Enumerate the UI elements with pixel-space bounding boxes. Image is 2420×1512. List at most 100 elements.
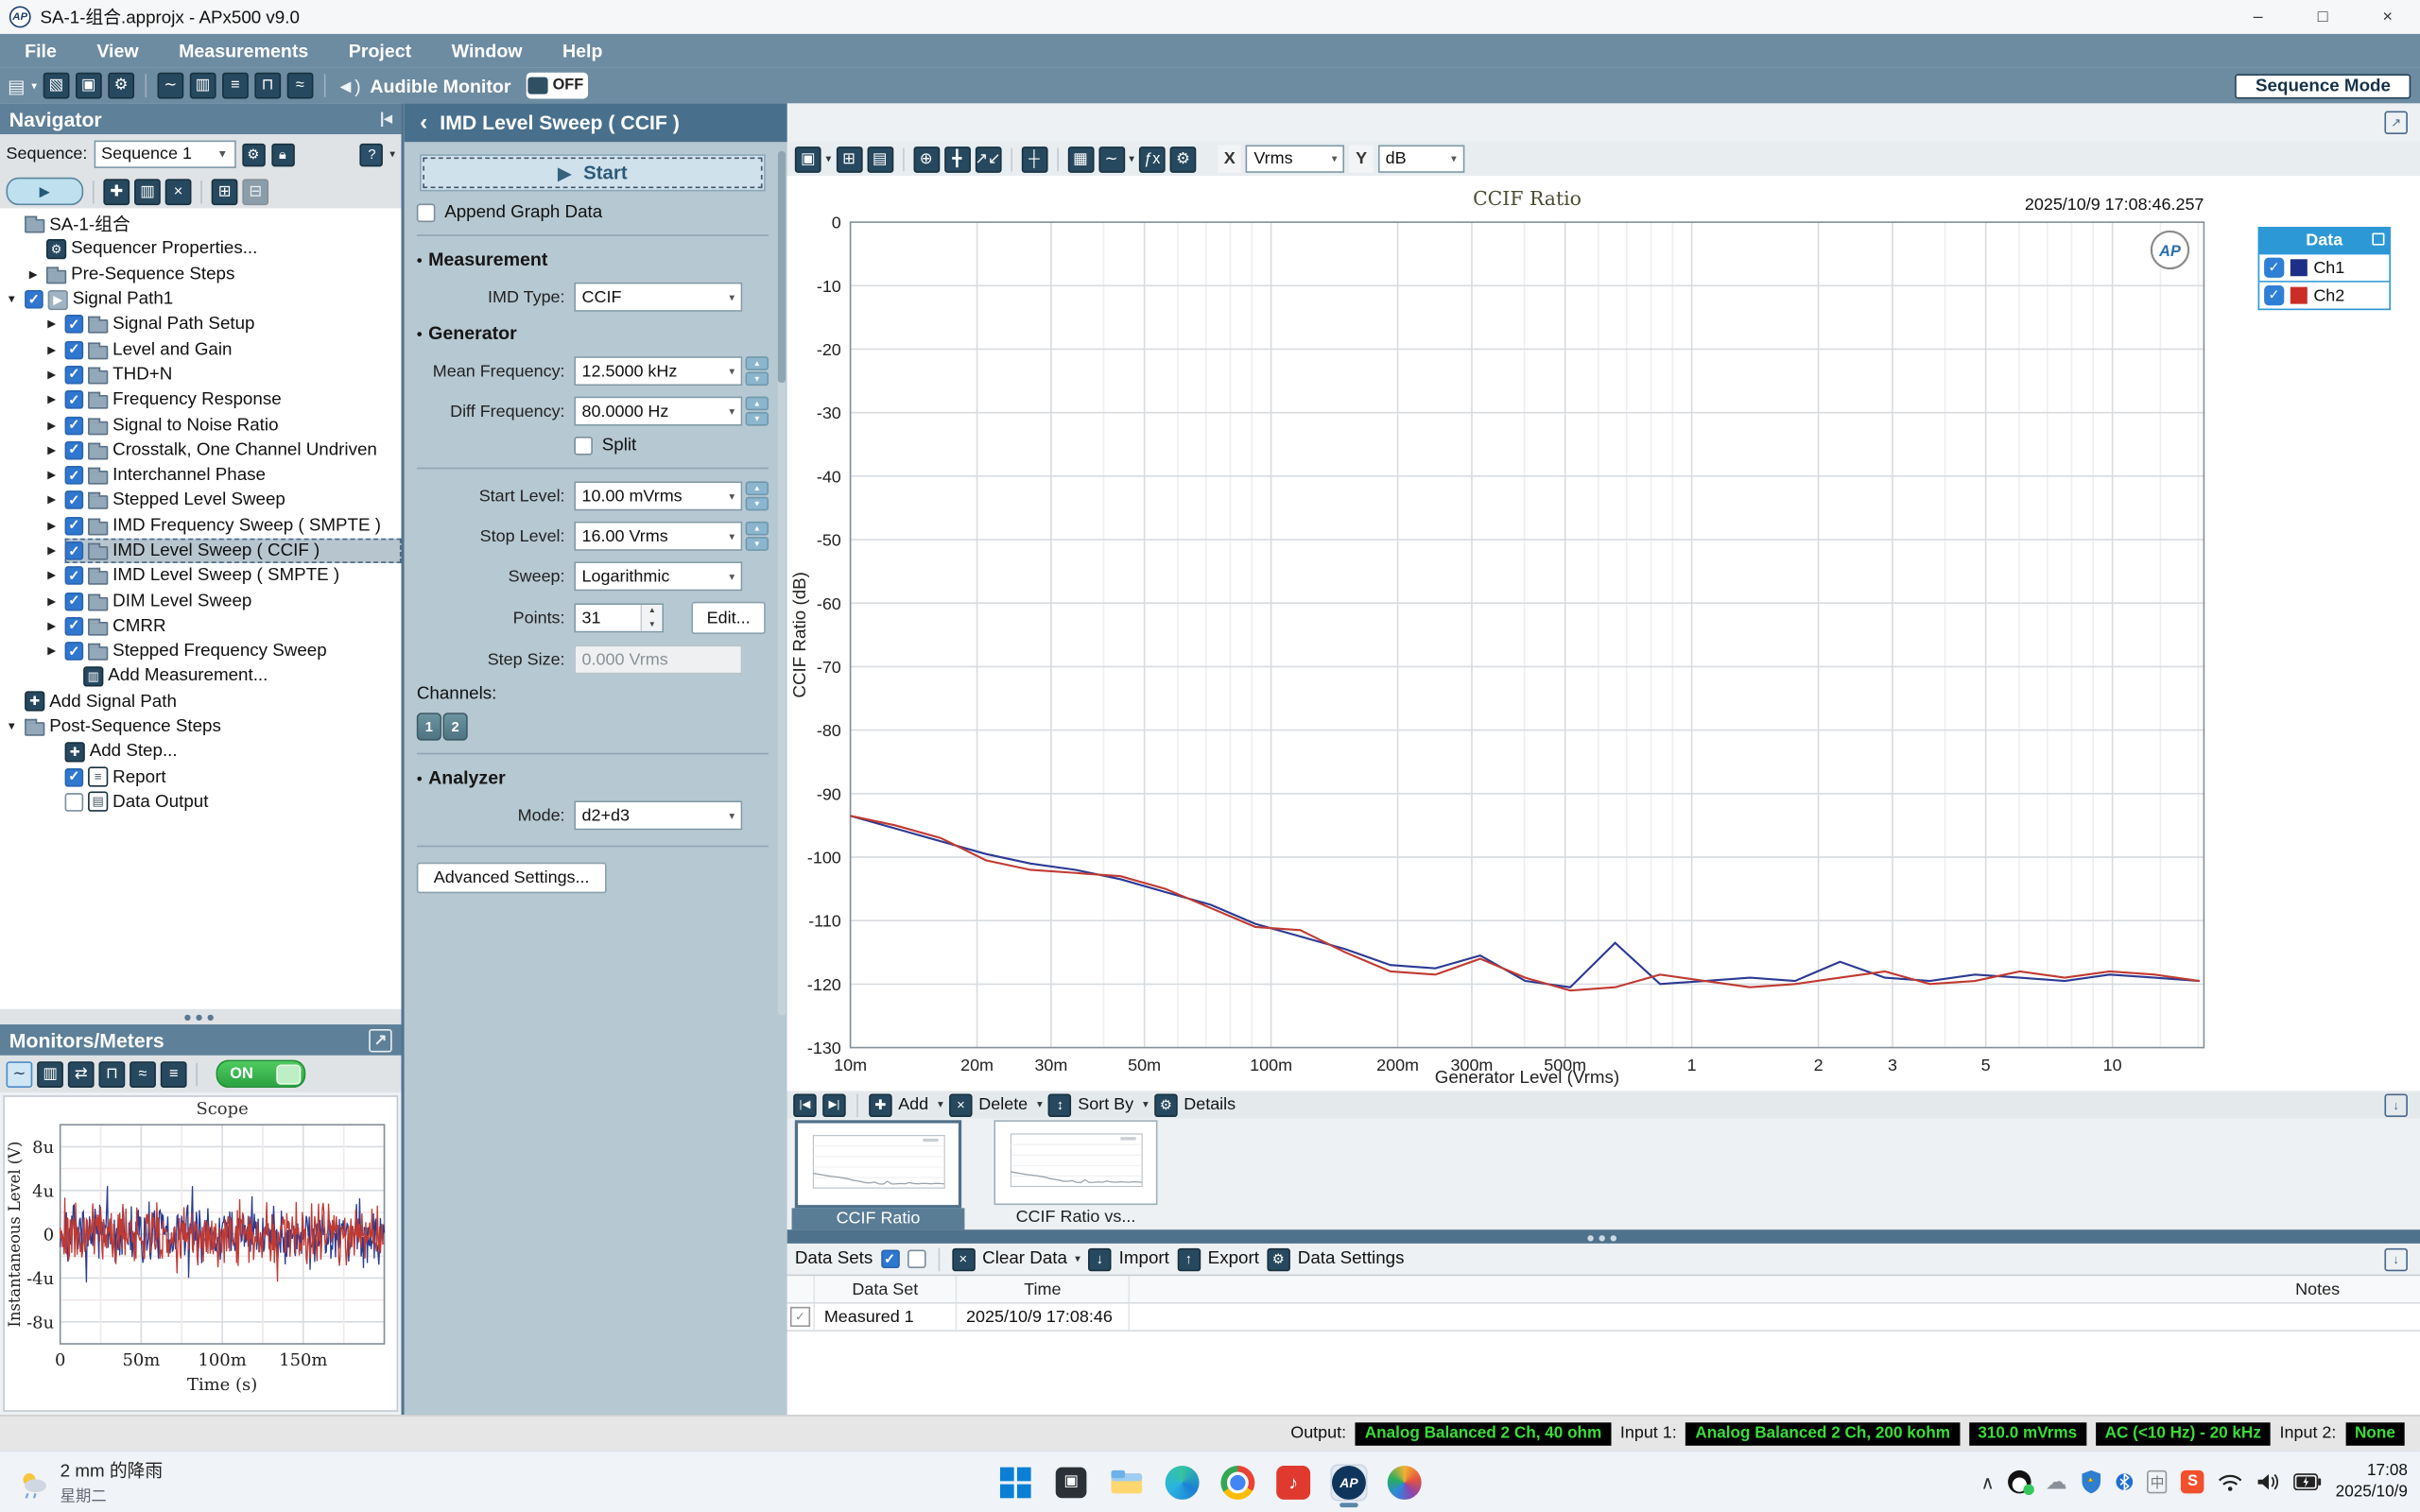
graph-zoom-icon[interactable]: ⊕ (913, 146, 940, 172)
mean-frequency-stepper[interactable]: ▲▼ (746, 356, 769, 386)
menu-measurements[interactable]: Measurements (179, 40, 308, 61)
delete-result-label[interactable]: Delete (978, 1095, 1028, 1114)
start-button[interactable] (997, 1464, 1034, 1501)
tree-expand-icon[interactable]: ▶ (43, 419, 60, 431)
tree-expand-icon[interactable]: ▶ (25, 268, 42, 281)
column-notes[interactable]: Notes (1130, 1276, 2420, 1302)
tree-checkbox[interactable]: ✓ (65, 491, 84, 510)
graph-copy-icon[interactable]: ⊞ (836, 146, 862, 172)
edge-browser-icon[interactable] (1164, 1464, 1201, 1501)
tree-checkbox[interactable]: ✓ (65, 441, 84, 460)
data-settings-label[interactable]: Data Settings (1298, 1249, 1405, 1268)
tree-item[interactable]: ▶✓THD+N (0, 362, 401, 387)
sequence-settings-icon[interactable]: ⚙ (242, 143, 265, 165)
result-thumbnail[interactable]: CCIF Ratio vs... (990, 1119, 1163, 1230)
battery-tray-icon[interactable] (2294, 1473, 2322, 1490)
lock-icon[interactable]: 🔒︎ (271, 143, 294, 165)
tray-chevron-icon[interactable]: ∧ (1980, 1471, 1994, 1493)
save-project-icon[interactable]: ▣ (76, 73, 102, 99)
graph-print-icon[interactable]: ▤ (867, 146, 893, 172)
tree-item[interactable]: ▼Post-Sequence Steps (0, 714, 401, 740)
settings-gear-icon[interactable]: ⚙ (108, 73, 134, 99)
results-export-icon[interactable]: ↓ (2384, 1093, 2407, 1116)
tree-checkbox[interactable]: ✓ (25, 290, 43, 309)
graph-table-icon[interactable]: ▦ (1067, 146, 1094, 172)
channel-2-button[interactable]: 2 (443, 713, 468, 740)
export-data-icon[interactable]: ↑ (1177, 1247, 1200, 1270)
add-result-label[interactable]: Add (898, 1095, 928, 1114)
tree-checkbox[interactable]: ✓ (65, 316, 84, 335)
tree-item[interactable]: ▥Add Measurement... (0, 664, 401, 690)
delete-result-icon[interactable]: × (949, 1093, 972, 1116)
sweep-plus-icon[interactable]: ≈ (286, 73, 313, 99)
thumbnail-label[interactable]: CCIF Ratio (792, 1208, 965, 1229)
sequence-select[interactable]: Sequence 1 ▼ (94, 141, 235, 168)
sort-results-icon[interactable]: ↕ (1048, 1093, 1071, 1116)
tree-expand-icon[interactable]: ▶ (43, 343, 60, 355)
select-none-checkbox[interactable] (907, 1249, 925, 1268)
help-caret[interactable]: ▾ (389, 148, 395, 161)
split-checkbox[interactable] (574, 437, 593, 455)
tree-item[interactable]: ▶✓Level and Gain (0, 337, 401, 363)
tree-checkbox[interactable]: ✓ (65, 541, 84, 560)
add-meter-icon[interactable]: ▥ (134, 179, 161, 205)
append-graph-checkbox[interactable] (417, 204, 436, 223)
graph-fx-icon[interactable]: ƒx (1139, 146, 1166, 172)
tree-expand-icon[interactable]: ▶ (43, 394, 60, 406)
sequencer-list-icon[interactable]: ≡ (222, 73, 249, 99)
sogou-tray-icon[interactable]: S (2181, 1470, 2204, 1493)
data-sets-export-icon[interactable]: ↓ (2384, 1247, 2407, 1270)
column-data-set[interactable]: Data Set (815, 1276, 957, 1302)
pin-panel-icon[interactable]: |◂ (380, 111, 392, 128)
tree-item[interactable]: ▶✓IMD Level Sweep ( CCIF ) (0, 539, 401, 564)
copy-icon[interactable]: ⊞ (212, 179, 238, 205)
tree-checkbox[interactable]: ✓ (65, 516, 84, 535)
tree-checkbox[interactable]: ✓ (65, 567, 84, 586)
tree-checkbox[interactable]: ✓ (65, 642, 84, 661)
tree-expand-icon[interactable]: ▶ (43, 369, 60, 381)
tree-item[interactable]: ▶✓IMD Level Sweep ( SMPTE ) (0, 563, 401, 589)
close-button[interactable]: × (2355, 8, 2420, 26)
stop-level-stepper[interactable]: ▲▼ (746, 522, 769, 551)
music-app-icon[interactable]: ♪ (1275, 1464, 1312, 1501)
open-project-icon[interactable]: ▧ (43, 73, 69, 99)
result-details-icon[interactable]: ⚙ (1154, 1093, 1177, 1116)
menu-view[interactable]: View (96, 40, 138, 61)
ccif-ratio-chart[interactable]: 10m20m30m50m100m200m300m500m1235100-10-2… (787, 176, 2420, 1091)
tree-item[interactable]: ▶Pre-Sequence Steps (0, 262, 401, 287)
onedrive-tray-icon[interactable]: ☁ (2046, 1469, 2067, 1495)
mean-frequency-input[interactable]: 12.5000 kHz▾ (574, 356, 742, 386)
import-data-label[interactable]: Import (1119, 1249, 1169, 1268)
run-sequence-button[interactable]: ▶ (7, 178, 84, 205)
apx500-taskbar-icon[interactable]: AP (1330, 1464, 1367, 1501)
graph-settings-icon[interactable]: ⚙ (1170, 146, 1197, 172)
import-data-icon[interactable]: ↓ (1088, 1247, 1111, 1270)
data-settings-icon[interactable]: ⚙ (1267, 1247, 1289, 1270)
tree-item[interactable]: ▶✓Crosstalk, One Channel Undriven (0, 438, 401, 463)
y-axis-unit-select[interactable]: dB▾ (1377, 145, 1463, 172)
add-result-icon[interactable]: ✚ (869, 1093, 891, 1116)
back-icon[interactable]: ‹ (420, 110, 427, 136)
tree-item[interactable]: ✚Add Step... (0, 739, 401, 765)
sequence-mode-button[interactable]: Sequence Mode (2236, 74, 2411, 98)
result-thumbnail[interactable]: CCIF Ratio (792, 1119, 965, 1230)
tree-item[interactable]: ▼✓▶Signal Path1 (0, 286, 401, 312)
graph-cursor-icon[interactable]: ┼ (1021, 146, 1047, 172)
bluetooth-tray-icon[interactable] (2117, 1470, 2134, 1493)
table-row[interactable]: ✓Measured 12025/10/9 17:08:46 (787, 1304, 2420, 1332)
diff-frequency-stepper[interactable]: ▲▼ (746, 397, 769, 426)
menu-file[interactable]: File (25, 40, 57, 61)
qq-tray-icon[interactable] (2009, 1470, 2031, 1493)
tree-item[interactable]: ▶✓Stepped Level Sweep (0, 488, 401, 513)
advanced-settings-button[interactable]: Advanced Settings... (417, 863, 607, 894)
legend-checkbox[interactable]: ✓ (2264, 258, 2284, 278)
legend-checkbox[interactable]: ✓ (2264, 285, 2284, 305)
add-to-sequence-icon[interactable]: ✚ (103, 179, 130, 205)
new-project-icon[interactable]: ▤ (8, 75, 26, 96)
channel-1-button[interactable]: 1 (417, 713, 441, 740)
tree-item[interactable]: ▶✓DIM Level Sweep (0, 589, 401, 614)
taskbar-widget-icon[interactable]: ▣ (1052, 1464, 1089, 1501)
navigator-splitter[interactable]: ●●● (0, 1009, 401, 1024)
graph-type-icon[interactable]: ∼ (1098, 146, 1125, 172)
tree-item[interactable]: ⚙Sequencer Properties... (0, 236, 401, 262)
